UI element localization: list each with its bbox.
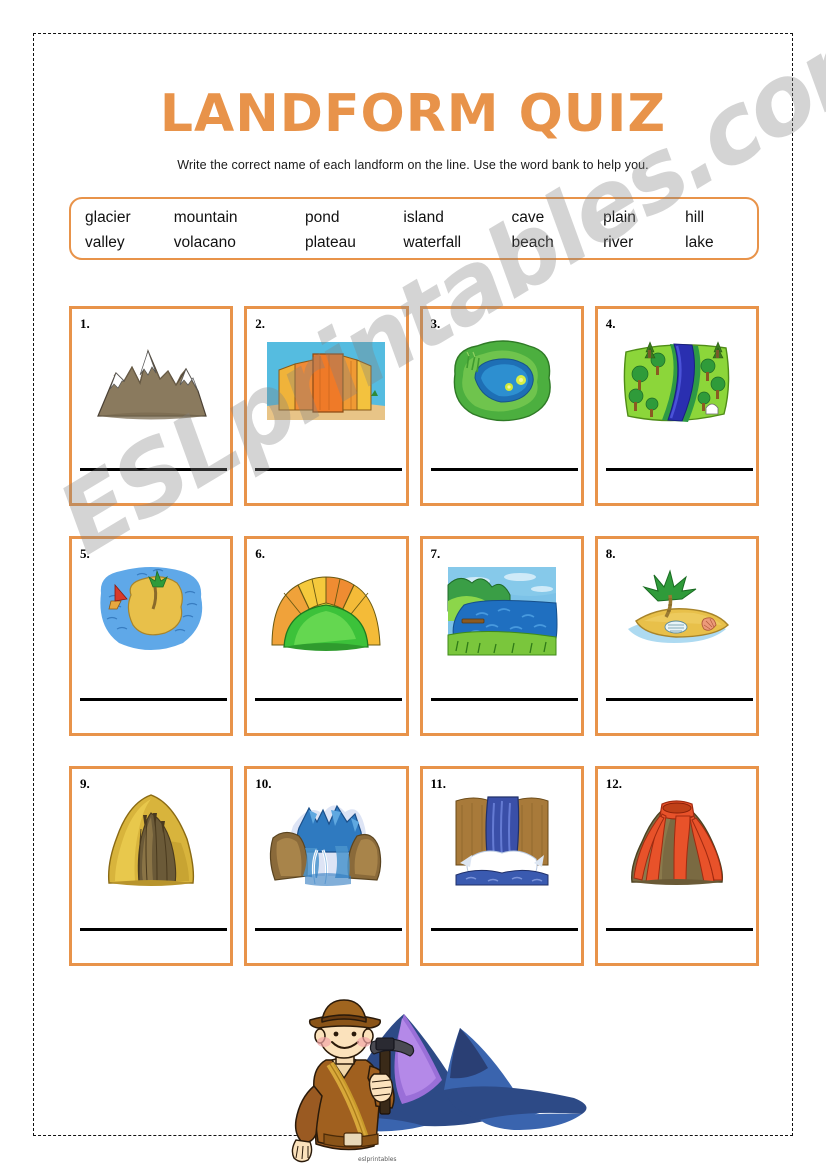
plateau-mesa-icon (247, 325, 405, 437)
word-bank-word: plain (603, 208, 636, 226)
question-number: 1. (80, 316, 90, 331)
question-cell-7[interactable]: 7. (419, 536, 584, 736)
word-bank-word: beach (511, 233, 554, 251)
page-title: LANDFORM QUIZ (159, 84, 667, 144)
question-cell-1[interactable]: 1. (69, 306, 234, 506)
word-bank-word: lake (685, 233, 714, 251)
question-cell-4[interactable]: 4. (594, 306, 759, 506)
waterfall-icon (423, 785, 581, 897)
glacier-icon (247, 785, 405, 897)
word-bank-word: waterfall (403, 233, 462, 251)
beach-icon (598, 555, 756, 667)
answer-line[interactable] (605, 928, 753, 931)
answer-line[interactable] (430, 928, 578, 931)
word-bank-word: glacier (85, 208, 131, 226)
river-icon (598, 325, 756, 437)
question-number: 8. (605, 546, 616, 561)
question-cell-11[interactable]: 11. (419, 766, 584, 966)
answer-line[interactable] (80, 928, 227, 931)
question-number: 4. (605, 316, 616, 331)
word-bank-word: river (603, 233, 634, 251)
word-bank-word: cave (511, 208, 545, 226)
cave-icon (72, 785, 230, 897)
word-bank: glacier mountain pond island cave plain … (69, 197, 759, 260)
question-cell-10[interactable]: 10. (244, 766, 409, 966)
question-number: 3. (430, 316, 441, 331)
question-number: 9. (80, 776, 90, 791)
answer-line[interactable] (430, 468, 578, 471)
question-row: 5. 6. 7. 8. (69, 536, 759, 736)
illustration-caption: eslprintables (358, 1156, 397, 1163)
hill-sunrise-icon (247, 555, 405, 667)
question-cell-5[interactable]: 5. (69, 536, 234, 736)
answer-line[interactable] (80, 698, 227, 701)
island-icon (72, 555, 230, 667)
answer-line[interactable] (605, 698, 753, 701)
word-bank-word: pond (304, 208, 340, 226)
word-bank-word: volacano (173, 233, 236, 251)
instructions-text: Write the correct name of each landform … (177, 158, 649, 172)
question-number: 10. (255, 776, 272, 791)
mountain-range-icon (72, 325, 230, 437)
word-bank-row-1: glacier mountain pond island cave plain … (85, 205, 743, 230)
question-cell-8[interactable]: 8. (594, 536, 759, 736)
word-bank-word: valley (85, 233, 125, 251)
question-cell-3[interactable]: 3. (419, 306, 584, 506)
question-number: 6. (255, 546, 265, 561)
question-cell-9[interactable]: 9. (69, 766, 234, 966)
explorer-with-pickaxe-and-mountains-illustration: eslprintables (274, 994, 604, 1164)
word-bank-word: mountain (173, 208, 238, 226)
question-number: 12. (605, 776, 622, 791)
question-row: 1. 2. 3. 4. (69, 306, 759, 506)
question-number: 2. (255, 316, 265, 331)
word-bank-row-2: valley volacano plateau waterfall beach … (85, 230, 743, 255)
answer-line[interactable] (255, 698, 403, 701)
answer-line[interactable] (605, 468, 753, 471)
volcano-icon (598, 785, 756, 897)
answer-line[interactable] (430, 698, 578, 701)
word-bank-word: hill (685, 208, 705, 226)
question-cell-2[interactable]: 2. (244, 306, 409, 506)
question-row: 9. 10. 11. 12. (69, 766, 759, 966)
question-cell-6[interactable]: 6. (244, 536, 409, 736)
pond-icon (423, 325, 581, 437)
question-cell-12[interactable]: 12. (594, 766, 759, 966)
answer-line[interactable] (255, 468, 403, 471)
word-bank-word: plateau (304, 233, 356, 251)
answer-line[interactable] (80, 468, 227, 471)
question-number: 7. (430, 546, 441, 561)
word-bank-word: island (403, 208, 444, 226)
lake-icon (423, 555, 581, 667)
question-number: 5. (80, 546, 90, 561)
question-number: 11. (430, 776, 447, 791)
question-grid: 1. 2. 3. 4. 5. 6. 7. 8. 9. 10. 11. 12. (69, 306, 759, 996)
worksheet-page: LANDFORM QUIZ Write the correct name of … (33, 33, 793, 1163)
answer-line[interactable] (255, 928, 403, 931)
